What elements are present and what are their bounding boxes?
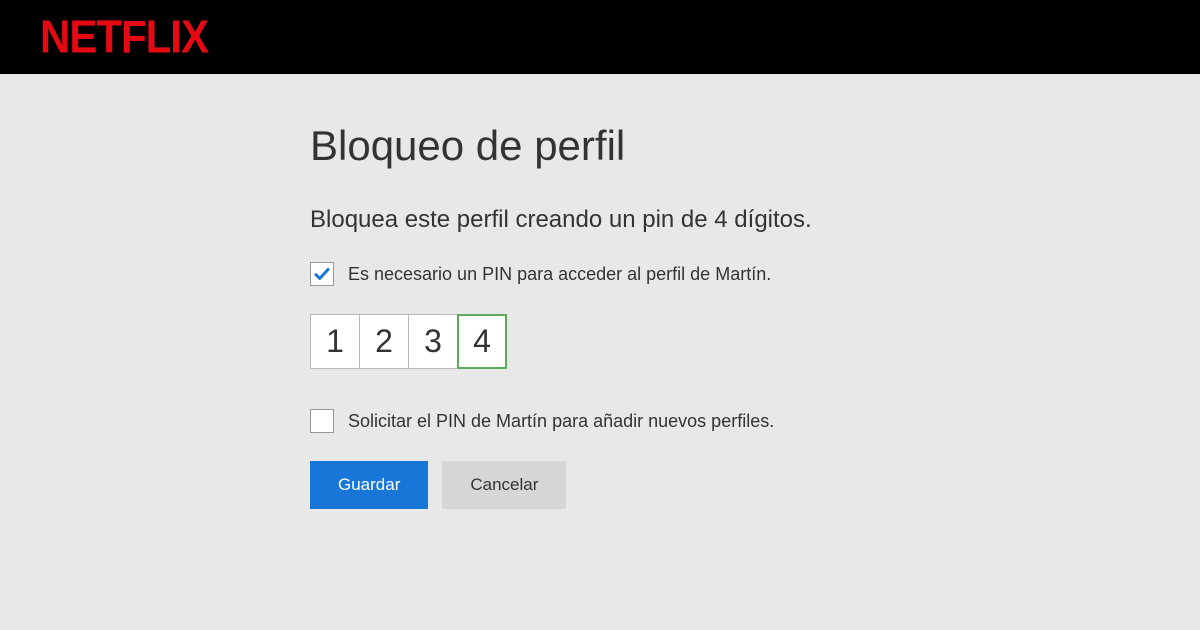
checkmark-icon xyxy=(313,265,331,283)
require-pin-label: Es necesario un PIN para acceder al perf… xyxy=(348,264,771,285)
page-subtitle: Bloquea este perfil creando un pin de 4 … xyxy=(310,206,1200,234)
new-profiles-label: Solicitar el PIN de Martín para añadir n… xyxy=(348,411,774,432)
page-title: Bloqueo de perfil xyxy=(310,122,1200,170)
pin-digit-2[interactable]: 2 xyxy=(359,314,409,369)
netflix-logo: NETFLIX xyxy=(40,11,208,64)
main-content: Bloqueo de perfil Bloquea este perfil cr… xyxy=(0,74,1200,509)
pin-digit-3[interactable]: 3 xyxy=(408,314,458,369)
cancel-button[interactable]: Cancelar xyxy=(442,461,566,509)
app-header: NETFLIX xyxy=(0,0,1200,74)
new-profiles-checkbox[interactable] xyxy=(310,409,334,433)
save-button[interactable]: Guardar xyxy=(310,461,428,509)
require-pin-row: Es necesario un PIN para acceder al perf… xyxy=(310,262,1200,286)
pin-digit-1[interactable]: 1 xyxy=(310,314,360,369)
require-pin-checkbox[interactable] xyxy=(310,262,334,286)
button-row: Guardar Cancelar xyxy=(310,461,1200,509)
new-profiles-row: Solicitar el PIN de Martín para añadir n… xyxy=(310,409,1200,433)
pin-input-row: 1 2 3 4 xyxy=(310,314,1200,369)
pin-digit-4[interactable]: 4 xyxy=(457,314,507,369)
